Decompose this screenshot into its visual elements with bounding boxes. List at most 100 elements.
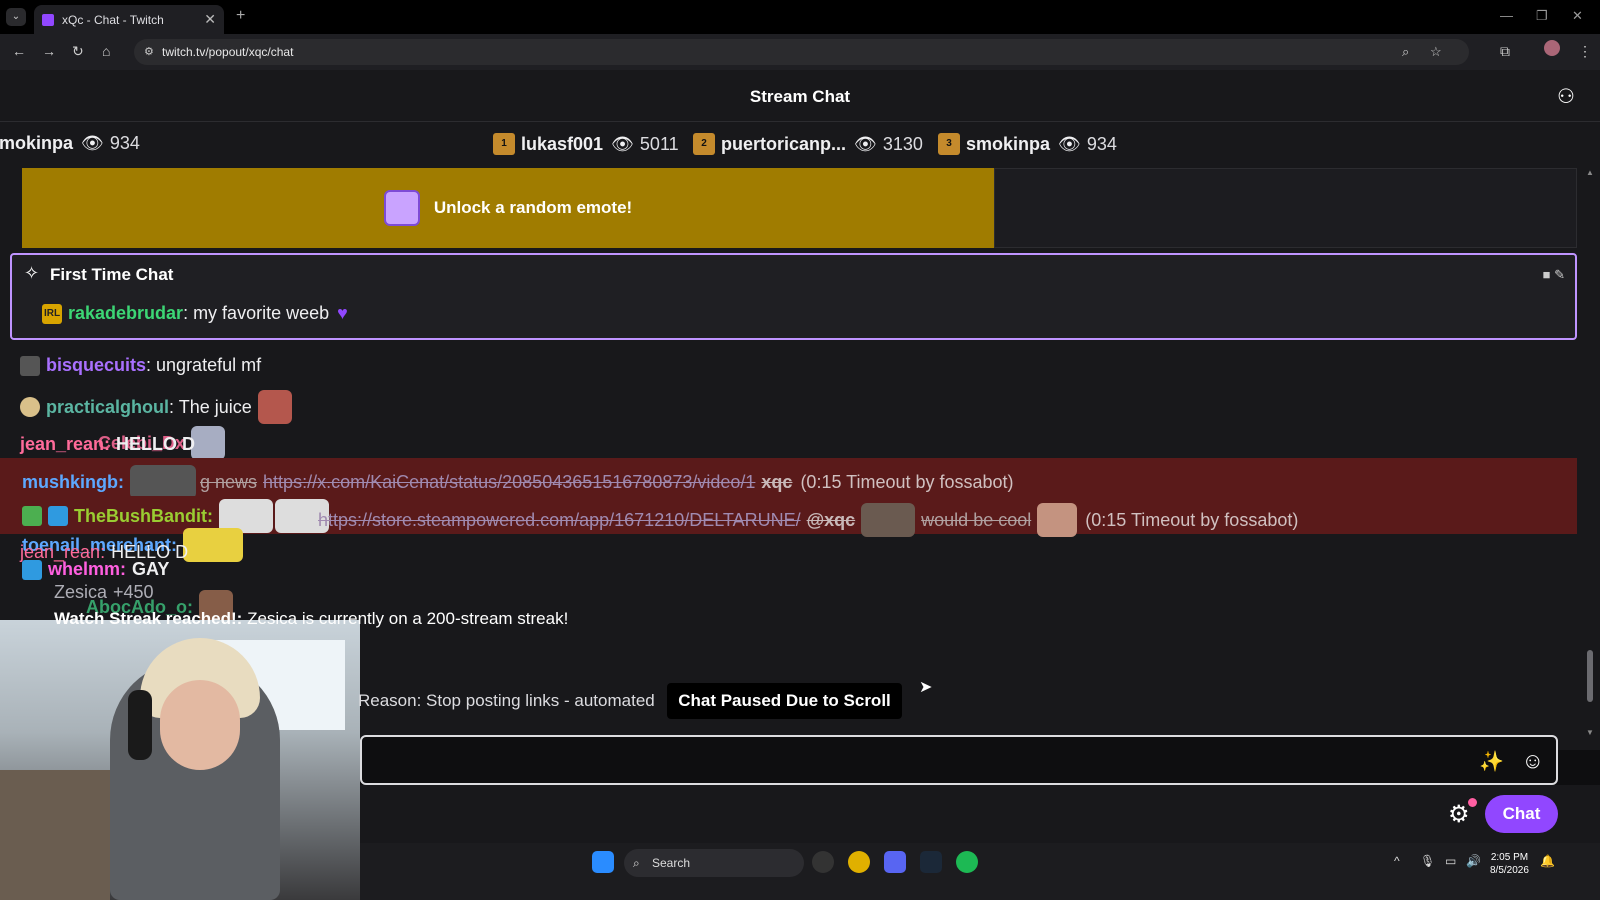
community-icon[interactable]: ⚇	[1557, 84, 1575, 109]
forward-icon[interactable]: →	[42, 43, 56, 59]
webcam-shelf	[0, 770, 110, 900]
timeout-info: (0:15 Timeout by fossabot)	[1085, 509, 1299, 530]
mention-text: @xqc	[806, 509, 856, 530]
taskbar-search[interactable]: ⌕ Search	[624, 849, 804, 877]
mention-text: xqc	[761, 471, 793, 492]
notification-bell-icon[interactable]: 🔔	[1540, 854, 1555, 868]
chat-text: HELLO D	[116, 434, 196, 454]
bookmark-star-icon[interactable]: ☆	[1430, 44, 1442, 60]
page-title: Stream Chat	[749, 87, 851, 106]
leaderboard-item[interactable]: 3 smokinpa 👁 934	[938, 133, 1117, 155]
deleted-link[interactable]: https://store.steampowered.com/app/16712…	[318, 510, 801, 531]
chat-text: : ungrateful mf	[146, 355, 262, 375]
tab-title: xQc - Chat - Twitch	[62, 12, 164, 27]
home-icon[interactable]: ⌂	[102, 43, 110, 59]
eye-icon: 👁	[854, 133, 877, 154]
leaderboard-item[interactable]: mokinpa 👁 934	[0, 133, 140, 154]
leaderboard-item[interactable]: 1 lukasf001 👁 5011	[493, 133, 679, 155]
scroll-down-icon[interactable]: ▼	[1586, 728, 1594, 737]
chrome-icon[interactable]	[848, 851, 870, 873]
chat-message: bisquecuits : ungrateful mf	[20, 355, 261, 376]
scrollbar-thumb[interactable]	[1587, 650, 1593, 702]
eye-icon: 👁	[1058, 133, 1081, 154]
chat-header: Stream Chat ⚇	[0, 70, 1600, 122]
chat-text: : The juice	[169, 396, 252, 417]
extensions-icon[interactable]: ⧉	[1500, 43, 1510, 60]
chat-message: mushkingb: g news https://x.com/KaiCenat…	[22, 465, 1014, 499]
url-text: twitch.tv/popout/xqc/chat	[162, 45, 294, 59]
deleted-text: g news	[200, 471, 258, 492]
chat-username[interactable]: jean_rean:	[20, 434, 110, 455]
emote-picker-icon[interactable]: ☺	[1522, 748, 1544, 774]
deleted-link[interactable]: https://x.com/KaiCenat/status/2085043651…	[263, 472, 755, 493]
unlock-emote-button[interactable]: Unlock a random emote!	[22, 168, 994, 248]
chat-username[interactable]: practicalghoul	[46, 397, 169, 418]
url-field[interactable]: ⚙ twitch.tv/popout/xqc/chat ⌕ ☆	[134, 39, 1469, 65]
rank-badge-icon: 2	[693, 133, 715, 155]
chat-message: https://store.steampowered.com/app/16712…	[318, 503, 1298, 537]
discord-icon[interactable]	[884, 851, 906, 873]
chat-username[interactable]: rakadebrudar	[68, 303, 183, 324]
zoom-icon[interactable]: ⌕	[1402, 44, 1409, 60]
site-info-icon[interactable]: ⚙	[144, 45, 154, 58]
new-tab-icon[interactable]: +	[236, 7, 245, 25]
chat-text: : my favorite weeb	[183, 303, 330, 323]
leaderboard-item[interactable]: 2 puertoricanp... 👁 3130	[693, 133, 923, 155]
spotify-icon[interactable]	[956, 851, 978, 873]
chat-scrollbar[interactable]: ▲ ▼	[1585, 166, 1595, 750]
microphone-icon[interactable]: 🎙	[1420, 854, 1435, 868]
steam-icon[interactable]	[920, 851, 942, 873]
chat-paused-banner[interactable]: Chat Paused Due to Scroll	[667, 683, 902, 719]
chat-bottom-bar	[360, 785, 1600, 843]
leaderboard-name: mokinpa	[0, 133, 74, 153]
chat-input-box[interactable]: ✨ ☺	[360, 735, 1558, 785]
windows-start-icon[interactable]	[592, 851, 614, 873]
clock-time: 2:05 PM	[1490, 852, 1529, 863]
close-tab-icon[interactable]: ✕	[204, 11, 216, 28]
chat-username[interactable]: bisquecuits	[46, 355, 146, 376]
profile-avatar[interactable]	[1544, 40, 1560, 56]
taskbar-app-icon[interactable]	[812, 851, 834, 873]
browser-tab[interactable]: xQc - Chat - Twitch ✕	[34, 5, 224, 34]
first-time-chat-title: First Time Chat	[50, 265, 174, 284]
twitch-favicon-icon	[42, 13, 54, 26]
tab-search-icon[interactable]: ⌄	[6, 8, 26, 26]
purple-heart-emote-icon: ♥	[337, 303, 348, 323]
eye-icon: 👁	[611, 133, 634, 154]
close-window-icon[interactable]: ✕	[1572, 8, 1583, 24]
chat-send-button[interactable]: Chat	[1485, 795, 1558, 833]
chat-emote-icon	[191, 426, 226, 460]
chat-emote-icon	[861, 503, 916, 537]
minimize-icon[interactable]: —	[1500, 8, 1513, 23]
chat-input[interactable]	[372, 747, 1472, 775]
treasure-chest-icon	[383, 190, 420, 226]
chat-emote-icon	[183, 528, 244, 562]
unlock-banner-track	[994, 168, 1577, 248]
taskbar-clock[interactable]: 2:05 PM 8/5/2026	[1490, 851, 1529, 877]
chat-settings-icon[interactable]: ⚙	[1448, 798, 1477, 829]
network-icon[interactable]: ▭	[1445, 854, 1456, 868]
chat-username[interactable]: whelmm:	[48, 559, 126, 580]
leaderboard-count: 3130	[882, 133, 923, 154]
search-icon: ⌕	[633, 856, 640, 870]
mouse-cursor-icon: ➤	[919, 679, 933, 696]
taskbar-search-label: Search	[652, 856, 691, 870]
chat-username[interactable]: mushkingb:	[22, 472, 124, 493]
sparkle-icon: ✧	[24, 263, 40, 283]
streak-label: Watch Streak reached!:	[54, 609, 243, 628]
scroll-up-icon[interactable]: ▲	[1586, 168, 1594, 177]
rank-badge-icon: 1	[493, 133, 515, 155]
restore-icon[interactable]: ❐	[1536, 8, 1548, 24]
chat-emote-icon	[1037, 503, 1078, 537]
volume-icon[interactable]: 🔊	[1466, 854, 1481, 868]
card-action-icons[interactable]: ■ ✎	[1543, 267, 1565, 283]
unlock-label: Unlock a random emote!	[433, 198, 633, 217]
bits-icon[interactable]: ✨	[1479, 749, 1504, 774]
user-badge-icon	[48, 506, 68, 526]
webcam-headset	[128, 690, 152, 760]
chat-username[interactable]: TheBushBandit:	[74, 506, 213, 527]
tray-chevron-icon[interactable]: ^	[1394, 854, 1400, 868]
back-icon[interactable]: ←	[12, 43, 26, 59]
reload-icon[interactable]: ↻	[72, 43, 84, 60]
browser-menu-icon[interactable]: ⋮	[1578, 43, 1592, 60]
